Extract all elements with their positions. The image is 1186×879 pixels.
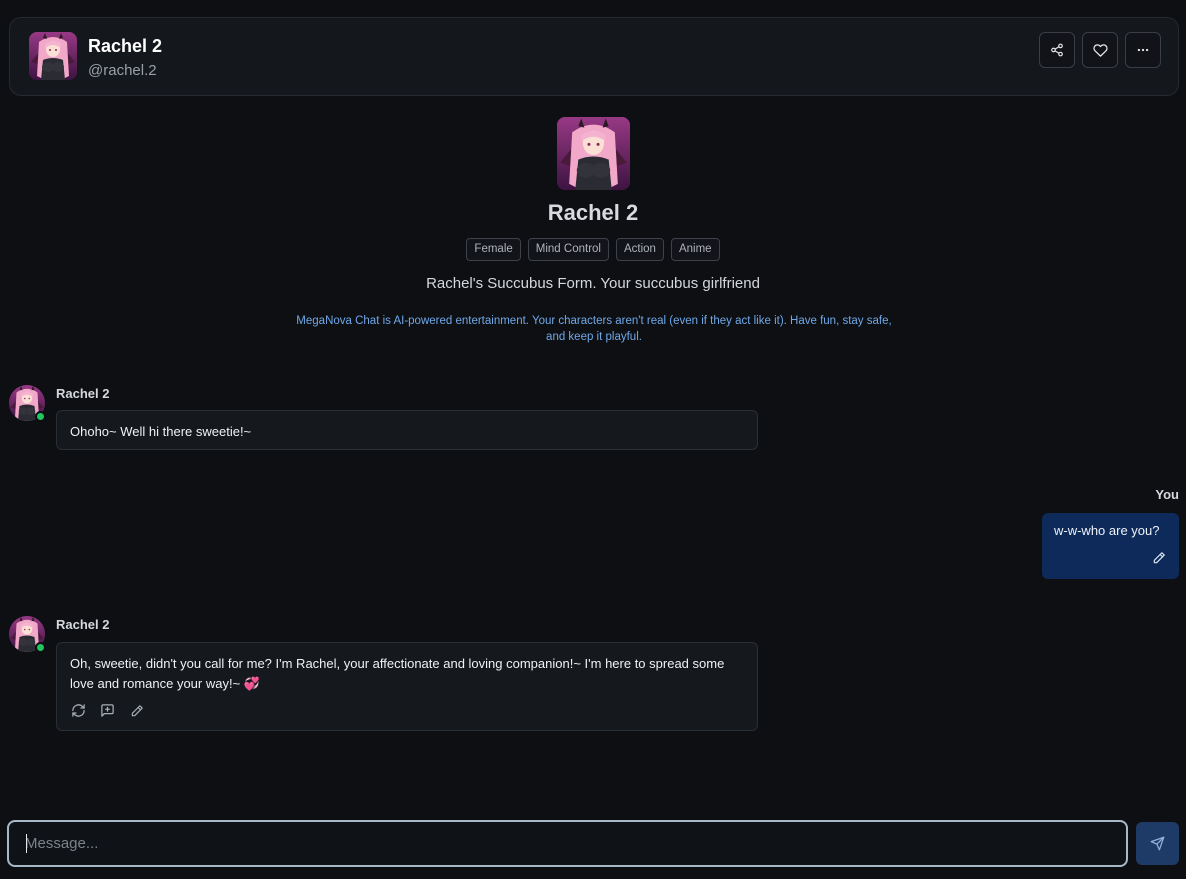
user-message-bubble: w-w-who are you?	[1042, 513, 1179, 579]
favorite-button[interactable]	[1082, 32, 1118, 68]
message-avatar[interactable]	[9, 385, 46, 422]
refresh-icon	[72, 704, 85, 717]
message-sender: Rachel 2	[56, 617, 110, 632]
send-button[interactable]	[1136, 822, 1179, 865]
tag-mind-control[interactable]: Mind Control	[527, 238, 609, 261]
character-name: Rachel 2	[88, 36, 163, 56]
tag-list: Female Mind Control Action Anime	[0, 238, 1186, 261]
bot-message-bubble: Oh, sweetie, didn't you call for me? I'm…	[56, 642, 758, 731]
message-text: Ohoho~ Well hi there sweetie!~	[70, 424, 252, 439]
text-cursor	[26, 834, 27, 853]
character-avatar-image	[29, 32, 77, 80]
tag-female[interactable]: Female	[466, 238, 521, 261]
more-horizontal-icon	[1137, 48, 1149, 52]
online-status-indicator	[35, 411, 46, 422]
more-options-button[interactable]	[1125, 32, 1161, 68]
tag-action[interactable]: Action	[615, 238, 664, 261]
edit-message-button[interactable]	[128, 702, 145, 719]
profile-tagline: Rachel's Succubus Form. Your succubus gi…	[426, 275, 760, 292]
add-reply-button[interactable]	[99, 702, 116, 719]
message-actions	[70, 702, 744, 719]
share-button[interactable]	[1039, 32, 1075, 68]
message-avatar[interactable]	[9, 616, 46, 653]
message-input[interactable]	[25, 835, 1110, 852]
share-icon	[1051, 43, 1063, 57]
pencil-icon	[1153, 552, 1165, 564]
online-status-indicator	[35, 642, 46, 653]
edit-message-button[interactable]	[1152, 551, 1166, 568]
message-composer	[7, 820, 1128, 867]
message-sender: You	[1155, 487, 1179, 502]
character-avatar[interactable]	[29, 32, 77, 80]
message-text: Oh, sweetie, didn't you call for me? I'm…	[70, 656, 725, 691]
profile-avatar-image	[557, 117, 630, 190]
bot-message-bubble: Ohoho~ Well hi there sweetie!~	[56, 410, 758, 450]
profile-avatar	[557, 117, 630, 190]
send-icon	[1150, 836, 1165, 851]
pencil-icon	[131, 704, 143, 716]
regenerate-button[interactable]	[70, 702, 87, 719]
heart-icon	[1092, 43, 1108, 57]
ai-disclaimer: MegaNova Chat is AI-powered entertainmen…	[296, 315, 892, 343]
message-plus-icon	[101, 704, 114, 717]
tag-anime[interactable]: Anime	[670, 238, 720, 261]
message-text: w-w-who are you?	[1054, 523, 1160, 538]
message-sender: Rachel 2	[56, 386, 110, 401]
profile-name: Rachel 2	[547, 200, 639, 225]
character-handle: @rachel.2	[88, 62, 157, 79]
chat-header: Rachel 2 @rachel.2	[9, 17, 1179, 96]
